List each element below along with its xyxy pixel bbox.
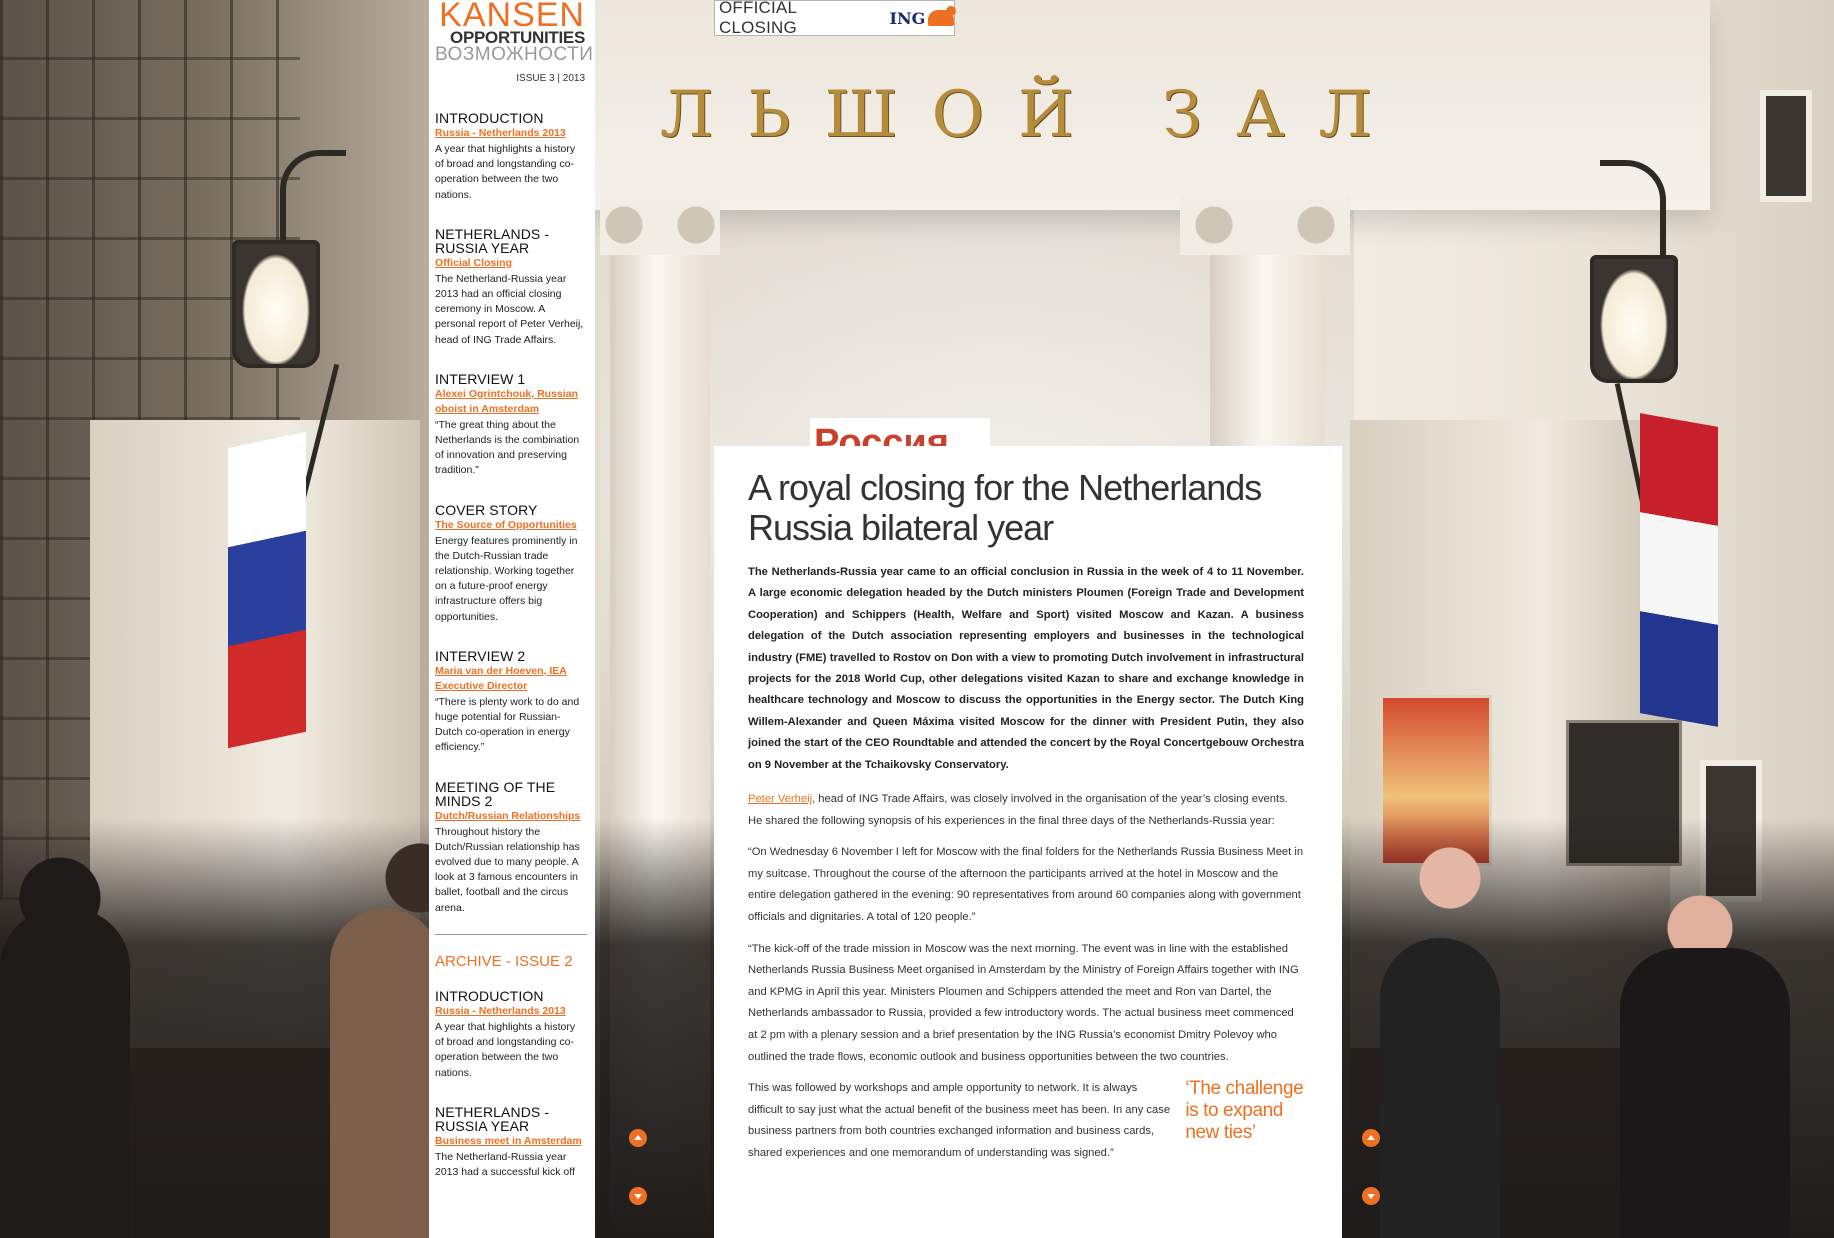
lion-icon [928, 6, 956, 26]
section-link[interactable]: Alexei Ogrintchouk, Russian oboist in Am… [435, 387, 585, 417]
russian-flag [228, 431, 306, 749]
section-link[interactable]: Russia - Netherlands 2013 [435, 1004, 585, 1019]
section-link[interactable]: Russia - Netherlands 2013 [435, 126, 585, 141]
section-summary: A year that highlights a history of broa… [435, 1020, 576, 1079]
section-summary: The Netherland-Russia year 2013 had an o… [435, 272, 584, 346]
kansen-logo[interactable]: KANSEN OPPORTUNITIES ВОЗМОЖНОСТИ [435, 0, 594, 65]
section-title: COVER STORY [435, 501, 538, 518]
section-title: INTERVIEW 1 [435, 370, 526, 387]
section-title: INTRODUCTION [435, 110, 544, 126]
article-paragraph: Peter Verheij, head of ING Trade Affairs… [748, 789, 1304, 832]
logo-russian: ВОЗМОЖНОСТИ [435, 44, 594, 65]
sidebar-section: INTERVIEW 1 Alexei Ogrintchouk, Russian … [435, 372, 585, 479]
person [1620, 948, 1790, 1238]
article-headline: A royal closing for the Netherlands Russ… [748, 467, 1262, 548]
scroll-down-button[interactable] [629, 1187, 647, 1205]
scroll-down-button[interactable] [1362, 1187, 1380, 1205]
archive-heading: ARCHIVE - ISSUE 2 [435, 952, 573, 970]
ing-wordmark: ING [889, 8, 926, 28]
article-paragraph: “On Wednesday 6 November I left for Mosc… [748, 846, 1304, 924]
article-panel: A royal closing for the Netherlands Russ… [714, 446, 1342, 1238]
article-lead: The Netherlands-Russia year came to an o… [748, 566, 1304, 771]
section-link[interactable]: Maria van der Hoeven, IEA Executive Dire… [435, 664, 585, 694]
sidebar-section: INTERVIEW 2 Maria van der Hoeven, IEA Ex… [435, 649, 585, 756]
section-summary: A year that highlights a history of broa… [435, 143, 576, 201]
section-title: NETHERLANDS - RUSSIA YEAR [435, 1103, 550, 1134]
window [1760, 90, 1812, 202]
person [330, 908, 440, 1238]
article-paragraph: “The kick-off of the trade mission in Mo… [748, 942, 1299, 1063]
paragraph-text: , head of ING Trade Affairs, was closely… [748, 793, 1288, 827]
badge-label: OFFICIAL CLOSING [719, 0, 797, 37]
article-content: A royal closing for the Netherlands Russ… [748, 468, 1304, 1175]
column-capital [600, 195, 720, 255]
section-link[interactable]: Business meet in Amsterdam [435, 1134, 585, 1149]
section-summary: Throughout history the Dutch/Russian rel… [435, 825, 580, 914]
scroll-up-button[interactable] [629, 1129, 647, 1147]
section-title: NETHERLANDS - RUSSIA YEAR [435, 225, 550, 256]
section-summary: The Netherland-Russia year 2013 had a su… [435, 1150, 575, 1178]
official-closing-badge: OFFICIAL CLOSING ING [714, 0, 956, 37]
section-title: MEETING OF THE MINDS 2 [435, 778, 556, 809]
author-link[interactable]: Peter Verheij [748, 793, 812, 805]
section-summary: “The great thing about the Netherlands i… [435, 418, 580, 477]
sidebar-section: NETHERLANDS - RUSSIA YEAR Business meet … [435, 1105, 585, 1180]
pull-quote: ‘The challenge is to expand new ties’ [1185, 1078, 1304, 1144]
scroll-up-button[interactable] [1362, 1129, 1380, 1147]
section-link[interactable]: The Source of Opportunities [435, 518, 585, 533]
sidebar-section: COVER STORY The Source of Opportunities … [435, 503, 585, 625]
paragraph-with-quote: This was followed by workshops and ample… [748, 1078, 1304, 1174]
section-title: INTERVIEW 2 [435, 647, 526, 664]
issue-label: ISSUE 3 | 2013 [516, 73, 585, 84]
dutch-flag [1640, 413, 1718, 727]
arrow-down-icon [1367, 1194, 1375, 1199]
street-lamp [232, 240, 320, 368]
carved-inscription: ЛЬШОЙ ЗАЛ [660, 78, 1406, 152]
person [1380, 938, 1500, 1238]
section-summary: Energy features prominently in the Dutch… [435, 534, 578, 623]
sidebar-section: MEETING OF THE MINDS 2 Dutch/Russian Rel… [435, 780, 585, 916]
arrow-up-icon [634, 1135, 642, 1140]
street-lamp [1590, 255, 1678, 383]
sidebar: KANSEN OPPORTUNITIES ВОЗМОЖНОСТИ ISSUE 3… [429, 0, 595, 1238]
column-capital [1180, 195, 1350, 255]
sidebar-section: INTRODUCTION Russia - Netherlands 2013 A… [435, 989, 585, 1081]
section-link[interactable]: Official Closing [435, 256, 585, 271]
sidebar-section: INTRODUCTION Russia - Netherlands 2013 A… [435, 111, 585, 203]
section-summary: “There is plenty work to do and huge pot… [435, 695, 580, 754]
person [0, 908, 130, 1238]
sidebar-list: INTRODUCTION Russia - Netherlands 2013 A… [435, 111, 587, 1204]
logo-kansen: KANSEN [439, 0, 585, 34]
arrow-up-icon [1367, 1135, 1375, 1140]
arrow-down-icon [634, 1194, 642, 1199]
sidebar-divider [435, 933, 587, 935]
section-title: INTRODUCTION [435, 987, 544, 1004]
article-paragraph: This was followed by workshops and ample… [748, 1082, 1171, 1159]
section-link[interactable]: Dutch/Russian Relationships [435, 809, 585, 824]
sidebar-section: NETHERLANDS - RUSSIA YEAR Official Closi… [435, 227, 585, 348]
